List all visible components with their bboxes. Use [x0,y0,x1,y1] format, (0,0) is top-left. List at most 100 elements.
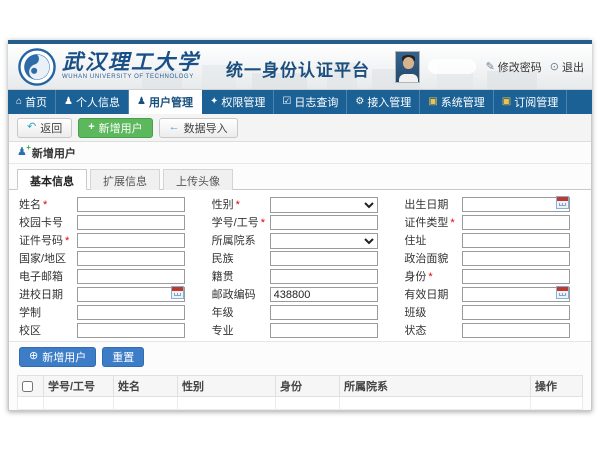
nav-item-home[interactable]: ⌂首页 [8,90,56,114]
nav-item-system-mgmt[interactable]: ▣系统管理 [420,90,493,114]
email-label: 电子邮箱 [19,268,77,284]
nav-item-profile[interactable]: ♟个人信息 [56,90,129,114]
required-asterisk: * [450,217,454,229]
pencil-icon: ✎ [486,60,495,73]
back-button[interactable]: ↶ 返回 [17,118,72,138]
department-label: 所属院系 [212,232,270,248]
page: 武汉理工大学 WUHAN UNIVERSITY OF TECHNOLOGY 统一… [0,0,600,450]
address-field: 住址 [404,232,581,247]
class-input[interactable] [462,305,570,320]
nav-item-permission[interactable]: ✦权限管理 [202,90,274,114]
plus-badge: + [26,144,31,152]
status-label: 状态 [404,322,462,338]
grade-field: 年级 [212,304,389,319]
reset-button[interactable]: 重置 [102,347,144,367]
id-number-label: 证件号码* [19,232,77,248]
identity-input[interactable] [462,269,570,284]
plus-circle-icon: ⊕ [29,351,38,362]
nav-item-access-mgmt[interactable]: ⚙接入管理 [347,90,420,114]
native-place-input[interactable] [270,269,378,284]
department-select[interactable] [270,233,378,249]
submit-add-user-button[interactable]: ⊕ 新增用户 [19,347,96,367]
identity-label: 身份* [404,268,462,284]
select-all-checkbox[interactable] [22,381,33,392]
ethnicity-input[interactable] [270,251,378,266]
student-id-field: 学号/工号* [212,214,389,229]
entry-date-input[interactable] [77,287,185,302]
content-body: ↶ 返回 + 新增用户 ← 数据导入 ♟+ 新增用户 基本信息扩展信息上传头像 … [8,114,592,411]
nav-item-label: 订阅管理 [514,94,558,110]
app-window: 武汉理工大学 WUHAN UNIVERSITY OF TECHNOLOGY 统一… [8,40,592,411]
calendar-icon[interactable] [556,286,569,299]
nav-item-subscription[interactable]: ▣订阅管理 [494,90,567,114]
address-input[interactable] [462,233,570,248]
tab-basic-info[interactable]: 基本信息 [17,169,87,190]
tab-upload-avatar[interactable]: 上传头像 [163,169,233,190]
column-header-student-id[interactable]: 学号/工号 [44,376,114,397]
column-header-gender[interactable]: 性别 [178,376,276,397]
country-region-field: 国家/地区 [19,250,196,265]
column-header-actions[interactable]: 操作 [531,376,583,397]
postal-code-field: 邮政编码 [212,286,389,301]
nav-item-user-mgmt[interactable]: ♟用户管理 [129,90,202,114]
column-header-checkbox [18,376,44,397]
valid-date-input[interactable] [462,287,570,302]
grade-input[interactable] [270,305,378,320]
calendar-icon[interactable] [556,196,569,209]
user-avatar-photo[interactable] [395,51,420,83]
university-name-cn: 武汉理工大学 [62,51,200,73]
gender-select[interactable] [270,197,378,213]
add-user-toolbar-label: 新增用户 [99,120,143,136]
political-status-input[interactable] [462,251,570,266]
native-place-field: 籍贯 [212,268,389,283]
nav-item-log-query[interactable]: ☑日志查询 [274,90,347,114]
university-name-block: 武汉理工大学 WUHAN UNIVERSITY OF TECHNOLOGY [62,51,200,80]
postal-code-label: 邮政编码 [212,286,270,302]
calendar-icon[interactable] [171,286,184,299]
back-button-label: 返回 [40,120,62,136]
change-password-label: 修改密码 [498,59,542,75]
table-header-row: 学号/工号姓名性别身份所属院系操作 [18,376,583,397]
student-id-input[interactable] [270,215,378,230]
toolbar: ↶ 返回 + 新增用户 ← 数据导入 [9,114,591,142]
nav-item-label: 权限管理 [221,94,265,110]
education-length-field: 学制 [19,304,196,319]
id-type-input[interactable] [462,215,570,230]
required-asterisk: * [428,271,432,283]
column-header-identity[interactable]: 身份 [276,376,340,397]
status-input[interactable] [462,323,570,338]
form-actions: ⊕ 新增用户 重置 [9,341,591,371]
logout-link[interactable]: ⊙ 退出 [550,59,584,75]
column-header-name[interactable]: 姓名 [114,376,178,397]
country-region-input[interactable] [77,251,185,266]
main-nav: ⌂首页♟个人信息♟用户管理✦权限管理☑日志查询⚙接入管理▣系统管理▣订阅管理 [8,90,592,114]
campus-input[interactable] [77,323,185,338]
column-header-department[interactable]: 所属院系 [340,376,531,397]
add-user-icon: ♟+ [17,147,27,158]
tab-extended-info[interactable]: 扩展信息 [90,169,160,190]
user-table-wrap: 学号/工号姓名性别身份所属院系操作 [9,371,591,410]
class-label: 班级 [404,304,462,320]
campus-card-input[interactable] [77,215,185,230]
birth-date-input[interactable] [462,197,570,212]
data-import-button[interactable]: ← 数据导入 [159,118,238,138]
empty-cell [531,397,583,410]
log-icon: ☑ [282,97,291,107]
id-number-input[interactable] [77,233,185,248]
table-empty-row [18,397,583,410]
change-password-link[interactable]: ✎ 修改密码 [486,59,542,75]
postal-code-input[interactable] [270,287,378,302]
email-input[interactable] [77,269,185,284]
education-length-input[interactable] [77,305,185,320]
app-header: 武汉理工大学 WUHAN UNIVERSITY OF TECHNOLOGY 统一… [8,44,592,90]
add-user-toolbar-button[interactable]: + 新增用户 [78,118,152,138]
required-asterisk: * [43,199,47,211]
campus-field: 校区 [19,322,196,337]
gear-icon: ⚙ [355,97,364,107]
avatar-shirt [399,74,418,83]
platform-title: 统一身份认证平台 [226,56,370,81]
name-input[interactable] [77,197,185,212]
folder-icon: ▣ [502,97,511,107]
ethnicity-label: 民族 [212,250,270,266]
major-input[interactable] [270,323,378,338]
